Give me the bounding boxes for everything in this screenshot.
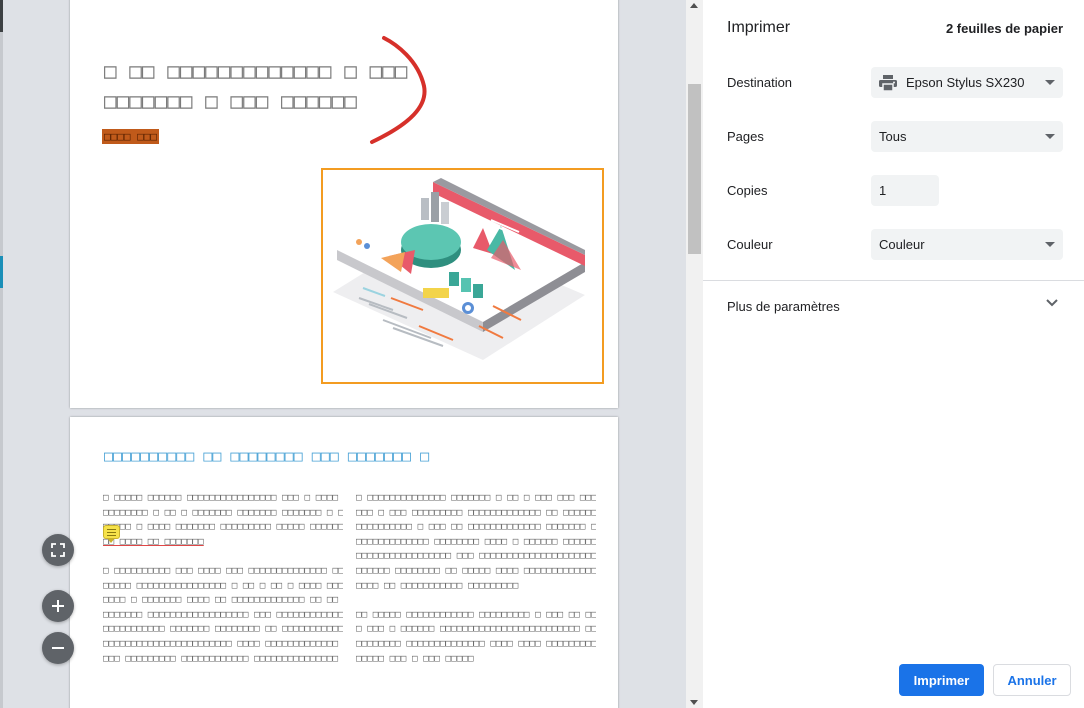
dropdown-caret-icon	[1045, 80, 1055, 85]
color-value: Couleur	[879, 237, 925, 252]
page-2-heading-placeholder: □□□□□□□□□□ □□ □□□□□□□□ □□□ □□□□□□□ □	[104, 447, 430, 465]
print-button[interactable]: Imprimer	[899, 664, 984, 696]
zoom-in-icon	[52, 600, 64, 612]
scrollbar-thumb[interactable]	[688, 84, 701, 254]
printer-icon	[879, 74, 897, 91]
zoom-in-button[interactable]	[42, 590, 74, 622]
cancel-button[interactable]: Annuler	[993, 664, 1071, 696]
preview-page-2: □□□□□□□□□□ □□ □□□□□□□□ □□□ □□□□□□□ □ □ □…	[70, 417, 618, 708]
sheet-count: 2 feuilles de papier	[945, 21, 1063, 36]
dropdown-caret-icon	[1045, 134, 1055, 139]
copies-label: Copies	[727, 183, 768, 198]
color-select[interactable]: Couleur	[871, 229, 1063, 260]
pages-select[interactable]: Tous	[871, 121, 1063, 152]
more-settings-toggle[interactable]: Plus de paramètres	[703, 281, 1084, 329]
destination-value: Epson Stylus SX230	[906, 75, 1025, 90]
isometric-dashboard-illustration	[321, 168, 604, 384]
destination-select[interactable]: Epson Stylus SX230	[871, 67, 1063, 98]
destination-label: Destination	[727, 75, 793, 90]
page-2-column-left: □ □□□□□ □□□□□□ □□□□□□□□□□□□□□□□ □□□ □ □□…	[103, 492, 343, 664]
preview-page-1: □ □□ □□□□□□□□□□□□□ □ □□□ □□□□□□□ □ □□□ □…	[70, 0, 618, 408]
scroll-down-icon[interactable]	[690, 700, 698, 705]
zoom-out-icon	[52, 647, 64, 649]
pages-label: Pages	[727, 129, 764, 144]
preview-scrollbar[interactable]	[686, 0, 703, 708]
dropdown-caret-icon	[1045, 242, 1055, 247]
color-label: Couleur	[727, 237, 773, 252]
pages-value: Tous	[879, 129, 907, 144]
zoom-out-button[interactable]	[42, 632, 74, 664]
copies-input[interactable]: 1	[871, 175, 939, 206]
page-2-column-right: □ □□□□□□□□□□□□□□ □□□□□□□ □ □□ □ □□□ □□□ …	[356, 492, 596, 664]
window-left-edge	[0, 0, 3, 708]
page-1-highlighted-tag: □□□□ □□□	[102, 129, 159, 144]
print-preview-area[interactable]: □ □□ □□□□□□□□□□□□□ □ □□□ □□□□□□□ □ □□□ □…	[0, 0, 703, 708]
fit-to-page-icon	[51, 543, 65, 557]
fit-to-page-button[interactable]	[42, 534, 74, 566]
dialog-title: Imprimer	[727, 19, 791, 36]
comment-annotation-icon[interactable]	[103, 525, 120, 543]
chevron-down-icon	[1046, 299, 1058, 307]
handwritten-annotation-stroke	[370, 36, 427, 144]
print-settings-panel: Imprimer 2 feuilles de papier Destinatio…	[703, 0, 1084, 708]
more-settings-label: Plus de paramètres	[727, 299, 840, 314]
scroll-up-icon[interactable]	[690, 3, 698, 8]
